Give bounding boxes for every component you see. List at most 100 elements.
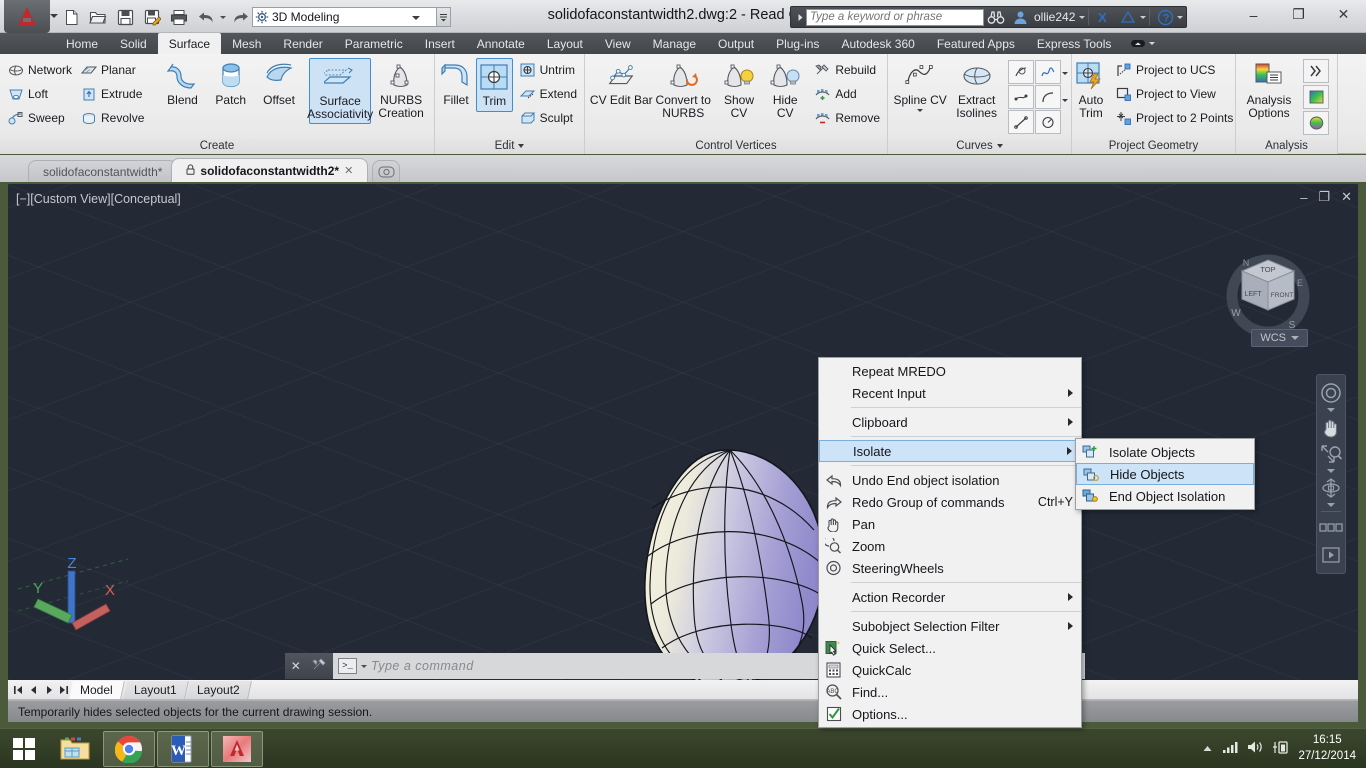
previous-layout-button[interactable] xyxy=(26,682,41,698)
drawing-viewport[interactable]: [−][Custom View][Conceptual] – ❐ ✕ TOP L… xyxy=(8,184,1358,680)
planar-button[interactable]: Planar xyxy=(76,58,148,82)
menu-item-subobject-selection-filter[interactable]: Subobject Selection Filter xyxy=(819,615,1081,637)
submenu-item-hide-objects[interactable]: Hide Objects xyxy=(1076,463,1254,485)
remove-cv-button[interactable]: Remove xyxy=(810,106,884,130)
command-line-handle[interactable]: ✕ xyxy=(285,653,333,679)
save-as-button[interactable] xyxy=(139,5,165,29)
chevron-down-icon[interactable] xyxy=(1327,408,1335,412)
extrude-button[interactable]: Extrude xyxy=(76,82,148,106)
menu-item-pan[interactable]: Pan xyxy=(819,513,1081,535)
solid-of-constant-width-model[interactable] xyxy=(638,444,838,680)
menu-item-undo-end-object-isolation[interactable]: Undo End object isolation xyxy=(819,469,1081,491)
zoom-magnifier-icon[interactable] xyxy=(1317,441,1345,467)
nurbs-creation-button[interactable]: NURBS Creation xyxy=(371,58,431,122)
menu-item-quickcalc[interactable]: QuickCalc xyxy=(819,659,1081,681)
start-button[interactable] xyxy=(0,729,48,768)
command-line-close-icon[interactable]: ✕ xyxy=(291,659,301,673)
window-maximize-button[interactable]: ❐ xyxy=(1276,0,1321,29)
steering-wheel-icon[interactable] xyxy=(1317,380,1345,406)
viewport-restore-button[interactable]: ❐ xyxy=(1318,189,1330,205)
submenu-item-isolate-objects[interactable]: Isolate Objects xyxy=(1076,441,1254,463)
show-cv-button[interactable]: Show CV xyxy=(716,58,762,122)
blend-button[interactable]: Blend xyxy=(158,58,206,110)
application-menu-button[interactable] xyxy=(4,0,50,33)
tab-view[interactable]: View xyxy=(594,33,642,54)
project-to-ucs-button[interactable]: Project to UCS xyxy=(1111,58,1237,82)
chevron-down-icon[interactable] xyxy=(1291,336,1299,340)
project-to-2-points-button[interactable]: Project to 2 Points xyxy=(1111,106,1237,130)
loft-button[interactable]: Loft xyxy=(3,82,76,106)
tab-autodesk-360[interactable]: Autodesk 360 xyxy=(830,33,925,54)
curve-arc-icon[interactable] xyxy=(1035,85,1061,109)
tab-parametric[interactable]: Parametric xyxy=(334,33,414,54)
tab-mesh[interactable]: Mesh xyxy=(221,33,272,54)
tab-insert[interactable]: Insert xyxy=(414,33,466,54)
file-tab-2[interactable]: solidofaconstantwidth2* ✕ xyxy=(171,158,369,182)
taskbar-item-microsoft-word[interactable]: W xyxy=(157,730,209,767)
menu-item-find[interactable]: ABC Find... xyxy=(819,681,1081,703)
sweep-button[interactable]: Sweep xyxy=(3,106,76,130)
menu-item-quick-select[interactable]: Quick Select... xyxy=(819,637,1081,659)
auto-trim-button[interactable]: Auto Trim xyxy=(1075,58,1107,122)
tab-plugins[interactable]: Plug-ins xyxy=(765,33,830,54)
curve-spline-icon[interactable] xyxy=(1035,60,1061,84)
network-button[interactable]: Network xyxy=(3,58,76,82)
taskbar-item-google-chrome[interactable] xyxy=(103,730,155,767)
new-file-button[interactable] xyxy=(58,5,84,29)
chevron-down-icon[interactable] xyxy=(518,144,525,148)
window-close-button[interactable]: ✕ xyxy=(1321,0,1366,29)
cv-edit-bar-button[interactable]: CV Edit Bar xyxy=(588,58,655,110)
menu-item-recent-input[interactable]: Recent Input xyxy=(819,382,1081,404)
tab-render[interactable]: Render xyxy=(272,33,333,54)
viewport-close-button[interactable]: ✕ xyxy=(1341,189,1352,205)
save-button[interactable] xyxy=(112,5,138,29)
help-icon[interactable]: ? xyxy=(1153,7,1177,27)
ribbon-scroll-area[interactable] xyxy=(1338,54,1362,153)
workspace-selector[interactable]: 3D Modeling xyxy=(252,7,437,27)
command-input-placeholder[interactable]: Type a command xyxy=(371,659,474,673)
user-menu-caret-icon[interactable] xyxy=(1079,15,1086,19)
chevron-down-icon[interactable] xyxy=(917,108,924,112)
taskbar-item-file-explorer[interactable] xyxy=(49,731,101,767)
menu-item-action-recorder[interactable]: Action Recorder xyxy=(819,586,1081,608)
taskbar-clock[interactable]: 16:15 27/12/2014 xyxy=(1298,733,1356,764)
application-menu-caret-icon[interactable] xyxy=(50,14,58,18)
patch-button[interactable]: Patch xyxy=(207,58,255,110)
hide-cv-button[interactable]: Hide CV xyxy=(762,58,808,122)
tab-annotate[interactable]: Annotate xyxy=(466,33,536,54)
fillet-button[interactable]: Fillet xyxy=(438,58,474,110)
autodesk-menu-caret-icon[interactable] xyxy=(1140,15,1147,19)
untrim-button[interactable]: Untrim xyxy=(515,58,581,82)
plot-button[interactable] xyxy=(166,5,192,29)
trim-button[interactable]: Trim xyxy=(476,58,513,112)
command-prompt-icon[interactable]: >_ xyxy=(338,658,357,674)
layout-tab-model[interactable]: Model xyxy=(69,680,125,699)
curve-line-icon[interactable] xyxy=(1008,110,1034,134)
exchange-x-icon[interactable]: X xyxy=(1092,7,1116,27)
close-icon[interactable]: ✕ xyxy=(344,164,353,177)
infocenter-expand-icon[interactable] xyxy=(794,13,806,22)
ribbon-display-options[interactable] xyxy=(1130,33,1156,54)
menu-item-isolate[interactable]: Isolate xyxy=(819,440,1081,462)
user-avatar-icon[interactable] xyxy=(1008,7,1032,27)
chevron-down-icon[interactable] xyxy=(361,664,367,668)
chevron-down-icon[interactable] xyxy=(1062,99,1068,102)
volume-icon[interactable] xyxy=(1247,740,1263,757)
extract-isolines-button[interactable]: Extract Isolines xyxy=(949,58,1004,122)
window-minimize-button[interactable]: – xyxy=(1231,0,1276,29)
layout-tab-layout2[interactable]: Layout2 xyxy=(186,680,253,699)
chevron-down-icon[interactable] xyxy=(996,144,1003,148)
add-cv-button[interactable]: Add xyxy=(810,82,884,106)
chevron-down-icon[interactable] xyxy=(1149,42,1156,45)
next-layout-button[interactable] xyxy=(41,682,56,698)
show-motion-thumbnails-icon[interactable] xyxy=(1317,515,1345,541)
extend-button[interactable]: Extend xyxy=(515,82,581,106)
open-file-button[interactable] xyxy=(85,5,111,29)
draft-analysis-icon[interactable] xyxy=(1303,111,1329,135)
curve-circle-icon[interactable] xyxy=(1035,110,1061,134)
spline-cv-button[interactable]: Spline CV xyxy=(891,58,949,114)
submenu-item-end-object-isolation[interactable]: End Object Isolation xyxy=(1076,485,1254,507)
tab-home[interactable]: Home xyxy=(55,33,109,54)
analysis-options-button[interactable]: Analysis Options xyxy=(1239,58,1299,122)
menu-item-clipboard[interactable]: Clipboard xyxy=(819,411,1081,433)
